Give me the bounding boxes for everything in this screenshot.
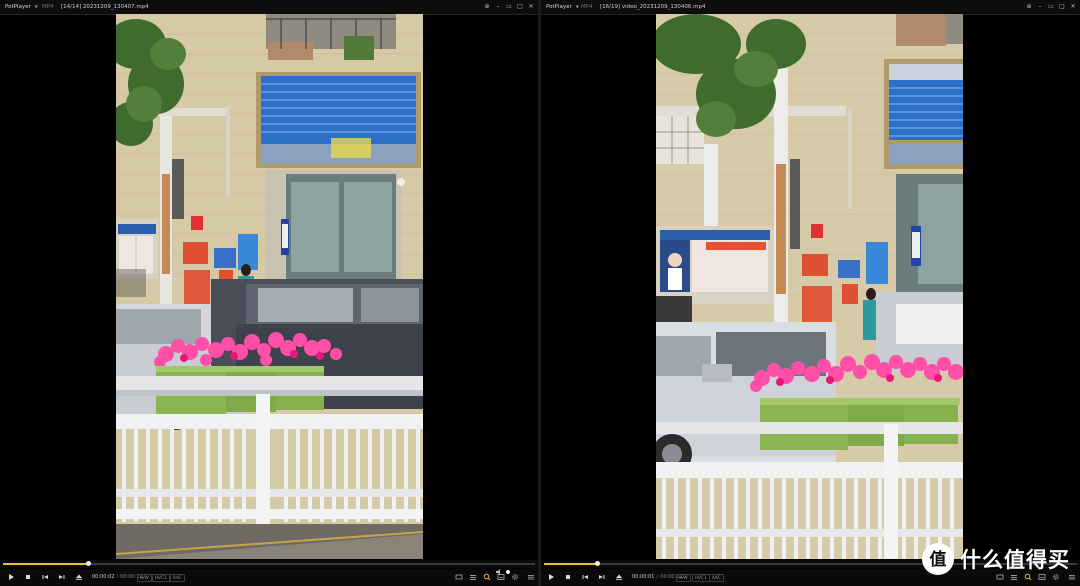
codec-badge[interactable]: HVC1 (692, 574, 710, 582)
close-icon[interactable]: ✕ (1070, 0, 1076, 14)
left-player-window: PotPlayer ▼ MP4 [14/14] 20231209_130407.m… (0, 0, 538, 586)
restore-icon[interactable]: ▭ (506, 0, 512, 14)
menu-icon[interactable] (527, 573, 535, 581)
restore-icon[interactable]: ▭ (1048, 0, 1054, 14)
format-label: MP4 (42, 4, 54, 10)
watermark-logo-text: 值 (930, 549, 947, 570)
seek-bar[interactable] (0, 560, 538, 568)
time-display: 00:00:02/00:00:11 (92, 574, 143, 580)
codec-badge[interactable]: HVC1 (152, 574, 170, 582)
stop-icon[interactable] (564, 573, 572, 581)
play-icon[interactable] (547, 573, 555, 581)
next-icon[interactable] (598, 573, 606, 581)
capture-icon[interactable] (483, 573, 491, 581)
chapter-icon[interactable] (455, 573, 463, 581)
chevron-down-icon: ▼ (34, 4, 38, 9)
hw-badge[interactable]: H/W (137, 574, 152, 582)
minimize-icon[interactable]: – (1037, 0, 1043, 14)
format-label: MP4 (581, 4, 593, 10)
seek-progress (3, 563, 89, 565)
previous-icon[interactable] (41, 573, 49, 581)
seek-progress (544, 563, 598, 565)
volume-control[interactable] (496, 560, 512, 579)
app-menu-button[interactable]: PotPlayer ▼ (546, 0, 579, 14)
title-bar[interactable]: PotPlayer ▼ MP4 [16/19] video_20231209_13… (541, 0, 1080, 15)
app-name: PotPlayer (546, 4, 572, 10)
watermark-logo-mark: 值 (923, 544, 953, 574)
pin-icon[interactable]: ⊕ (484, 0, 490, 14)
close-icon[interactable]: ✕ (528, 0, 534, 14)
audio-codec-badge[interactable]: AAC (709, 574, 724, 582)
chevron-down-icon: ▼ (575, 4, 579, 9)
app-menu-button[interactable]: PotPlayer ▼ (5, 0, 38, 14)
maximize-icon[interactable]: □ (517, 0, 523, 14)
audio-codec-badge[interactable]: AAC (170, 574, 185, 582)
window-title: [16/19] video_20231209_130406.mp4 (600, 4, 706, 10)
current-time: 00:00:02 (92, 574, 115, 580)
app-name: PotPlayer (5, 4, 31, 10)
current-time: 00:00:01 (632, 574, 655, 580)
seek-handle[interactable] (86, 561, 92, 566)
pin-icon[interactable]: ⊕ (1026, 0, 1032, 14)
seek-handle[interactable] (595, 561, 601, 566)
street-scene-left (116, 14, 423, 559)
maximize-icon[interactable]: □ (1059, 0, 1065, 14)
playlist-icon[interactable] (469, 573, 477, 581)
play-icon[interactable] (7, 573, 15, 581)
title-bar[interactable]: PotPlayer ▼ MP4 [14/14] 20231209_130407.m… (0, 0, 538, 15)
next-icon[interactable] (58, 573, 66, 581)
window-title: [14/14] 20231209_130407.mp4 (61, 4, 149, 10)
open-file-icon[interactable] (615, 573, 623, 581)
hw-badge[interactable]: H/W (676, 574, 691, 582)
previous-icon[interactable] (581, 573, 589, 581)
stop-icon[interactable] (24, 573, 32, 581)
watermark-text: 什么值得买 (960, 548, 1070, 572)
control-bar: 00:00:02/00:00:11 H/W HVC1 AAC (0, 569, 538, 586)
minimize-icon[interactable]: – (495, 0, 501, 14)
video-frame[interactable] (656, 14, 963, 559)
video-frame[interactable] (116, 14, 423, 559)
watermark-logo: 值 (922, 543, 954, 575)
watermark: 值 什么值得买 (922, 543, 1070, 575)
settings-icon[interactable] (511, 573, 519, 581)
right-player-window: PotPlayer ▼ MP4 [16/19] video_20231209_13… (541, 0, 1080, 586)
open-file-icon[interactable] (75, 573, 83, 581)
street-scene-right (656, 14, 963, 559)
